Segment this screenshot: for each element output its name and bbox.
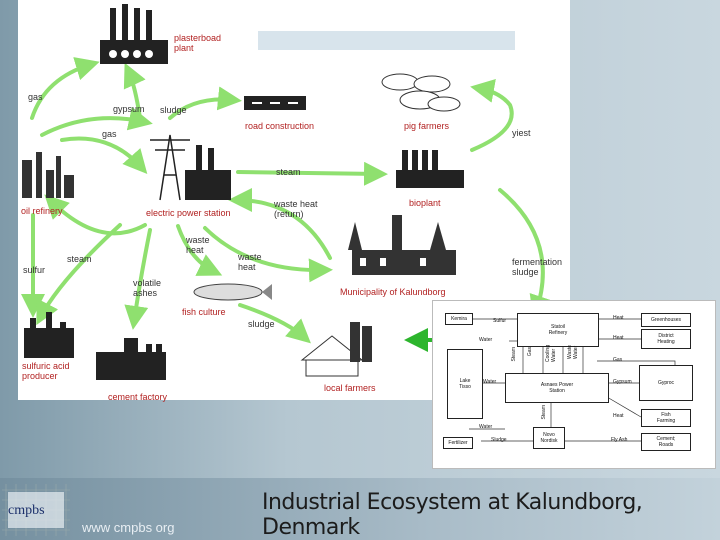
inset-flow-sludge: Sludge — [491, 437, 507, 443]
arrow-yiest — [470, 79, 514, 152]
inset-flow-heat-3: Heat — [613, 413, 624, 419]
inset-asnaes: Asnaes Power Station — [505, 373, 609, 403]
flow-gas-top: gas — [28, 92, 43, 102]
inset-flow-water-3: Water — [479, 424, 493, 430]
node-plasterboard: plasterboad plant — [174, 33, 222, 53]
inset-greenhouses: Greenhouses — [641, 313, 691, 327]
inset-flow-steam: Steam — [511, 347, 517, 362]
arrow-gas-power — [60, 136, 148, 174]
farm-icon — [300, 322, 372, 377]
power-plant-icon — [185, 145, 231, 200]
flow-steam-left: steam — [67, 254, 92, 264]
inset-fish-farming: Fish Farming — [641, 409, 691, 427]
arrow-gas-top — [30, 57, 100, 120]
inset-flow-waste-water: Waste Water — [567, 345, 579, 359]
arrow-steam-bio — [236, 161, 388, 186]
inset-flow-steam-2: Steam — [541, 405, 547, 420]
node-power-station: electric power station — [146, 208, 231, 218]
inset-flow-heat-2: Heat — [613, 335, 624, 341]
node-sulfuric-acid: sulfuric acid producer — [22, 361, 70, 381]
flow-gypsum: gypsum — [113, 104, 145, 114]
inset-flow-gypsum: Gypsum — [613, 379, 632, 385]
road-icon — [244, 96, 306, 110]
page-title: Industrial Ecosystem at Kalundborg, Denm… — [262, 490, 643, 540]
flow-yiest: yiest — [512, 128, 531, 138]
arrow-ferment — [498, 188, 553, 320]
inset-flow-gas: Gas — [613, 357, 623, 363]
inset-kemira: Kemira — [445, 313, 473, 325]
inset-schematic: Kemira Sulfur Statoil Refinery Heat Gree… — [432, 300, 716, 469]
flow-gas-mid: gas — [102, 129, 117, 139]
node-oil-refinery: oil refinery — [21, 206, 63, 216]
node-local-farmers: local farmers — [324, 383, 376, 393]
inset-flow-water: Water — [479, 337, 493, 343]
sulfuric-plant-icon — [24, 312, 74, 358]
flow-fermentation: fermentation sludge — [512, 257, 563, 277]
bioplant-icon — [396, 150, 464, 188]
factory-icon — [100, 4, 168, 64]
inset-flow-sulfur: Sulfur — [493, 318, 507, 324]
flow-sludge-top: sludge — [160, 105, 187, 115]
inset-statoil: Statoil Refinery — [517, 313, 599, 347]
inset-flow-water-2: Water — [483, 379, 497, 385]
arrow-gas-mid — [40, 106, 153, 137]
refinery-icon — [22, 152, 74, 198]
logo-text: cmpbs — [8, 503, 45, 518]
inset-cement-roads: Cement; Roads — [641, 433, 691, 451]
arrow-power-sulfuric — [36, 223, 122, 326]
pig-icon — [381, 73, 461, 112]
inset-district-heating: District Heating — [641, 329, 691, 349]
node-road: road construction — [245, 121, 315, 131]
flow-waste-heat-return: waste heat (return) — [274, 199, 318, 219]
inset-flow-fly-ash: Fly Ash — [611, 437, 628, 443]
fish-icon — [193, 283, 272, 301]
cement-factory-icon — [96, 338, 166, 380]
arrow-waste-heat-muni — [203, 226, 333, 283]
inset-lake-tisso: Lake Tisso — [447, 349, 483, 419]
node-fish-culture: fish culture — [182, 307, 226, 317]
node-municipality: Municipality of Kalundborg — [340, 287, 446, 297]
arrow-steam-left — [44, 194, 147, 236]
inset-flow-heat-1: Heat — [613, 315, 624, 321]
node-pig-farmers: pig farmers — [404, 121, 450, 131]
flow-waste-heat-a: waste heat — [186, 235, 210, 255]
inset-flow-cooling: Cooling Water — [545, 345, 557, 362]
flow-sludge-bottom: sludge — [248, 319, 275, 329]
flow-sulfur: sulfur — [23, 265, 46, 275]
inset-novo-nordisk: Novo Nordisk — [533, 427, 565, 449]
flow-waste-heat-b: waste heat — [238, 252, 262, 272]
inset-gyproc: Gyproc — [639, 365, 693, 401]
node-bioplant: bioplant — [409, 198, 441, 208]
node-cement-factory: cement factory — [108, 392, 168, 402]
flow-volatile-ashes: volatile ashes — [133, 278, 162, 298]
footer-url: www cmpbs org — [82, 520, 175, 535]
inset-flow-gas-v: Gas — [527, 347, 533, 357]
arrow-volatile — [124, 228, 152, 330]
power-station-icon — [150, 134, 190, 201]
municipality-icon — [348, 215, 456, 275]
inset-fertilizer: Fertilizer — [443, 437, 473, 449]
flow-steam-power: steam — [276, 167, 301, 177]
